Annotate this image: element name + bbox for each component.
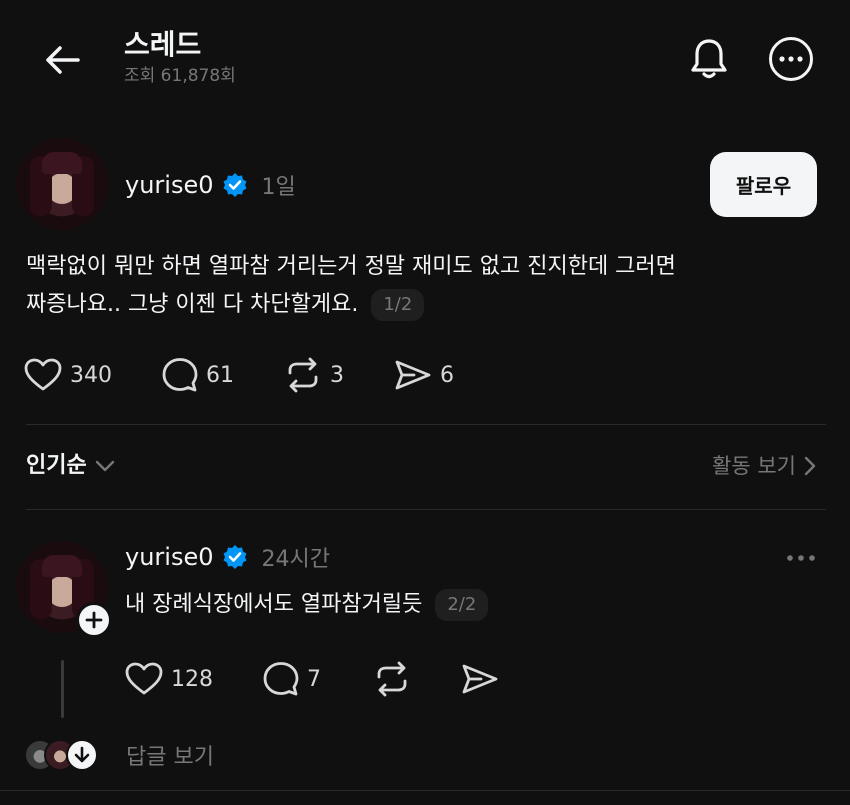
- post-actions: 340 61 3 6: [24, 357, 454, 393]
- sort-bar: 인기순 활동 보기: [26, 446, 816, 486]
- comment-count: 61: [206, 362, 234, 388]
- post-author-row: yurise0 1일: [125, 170, 296, 200]
- divider: [26, 509, 826, 510]
- share-count: 6: [440, 362, 454, 388]
- repost-icon: [288, 357, 318, 393]
- reply-author-row: yurise0 24시간: [125, 542, 330, 572]
- post-text-line-2: 짜증나요.. 그냥 이젠 다 차단할게요. 1/2: [26, 286, 816, 324]
- more-circle-icon: [769, 37, 813, 81]
- view-activity-link[interactable]: 활동 보기: [712, 446, 816, 486]
- follow-button[interactable]: 팔로우: [710, 152, 817, 217]
- post-time: 1일: [261, 175, 296, 200]
- bell-icon: [691, 39, 727, 79]
- chevron-down-icon: [95, 460, 114, 472]
- share-button[interactable]: 6: [394, 359, 454, 391]
- more-options-button[interactable]: [768, 36, 814, 82]
- reply-repost-button[interactable]: [373, 661, 411, 697]
- heart-icon: [125, 662, 163, 695]
- plus-icon: [85, 611, 103, 629]
- username[interactable]: yurise0: [125, 170, 214, 200]
- comment-icon: [263, 662, 299, 696]
- view-replies-link[interactable]: 답글 보기: [24, 735, 214, 775]
- activity-label: 활동 보기: [712, 454, 796, 478]
- sort-dropdown[interactable]: 인기순: [26, 446, 115, 486]
- repost-count: 3: [330, 362, 344, 388]
- chevron-right-icon: [804, 456, 816, 476]
- page-indicator: 1/2: [371, 289, 425, 321]
- top-bar: 스레드 조회 61,878회: [0, 0, 850, 110]
- reply-comment-button[interactable]: 7: [263, 661, 321, 697]
- heart-icon: [24, 358, 62, 391]
- header-title-block: 스레드 조회 61,878회: [124, 28, 236, 88]
- reply-text: 내 장례식장에서도 열파참거릴듯: [125, 592, 423, 617]
- reply-username[interactable]: yurise0: [125, 542, 214, 572]
- comment-icon: [162, 358, 198, 392]
- reply-like-button[interactable]: 128: [125, 662, 213, 696]
- repost-button[interactable]: 3: [284, 357, 344, 393]
- notification-button[interactable]: [686, 36, 732, 82]
- page-indicator: 2/2: [435, 589, 489, 621]
- view-count: 조회 61,878회: [124, 66, 236, 86]
- post-text-line: 짜증나요.. 그냥 이젠 다 차단할게요.: [26, 292, 359, 317]
- back-button[interactable]: [40, 38, 84, 82]
- more-horizontal-icon: [787, 555, 815, 561]
- like-button[interactable]: 340: [24, 358, 112, 392]
- reply-time: 24시간: [261, 547, 330, 572]
- repost-icon: [377, 661, 407, 697]
- reply-like-count: 128: [171, 666, 213, 692]
- reply-actions: 128 7: [125, 661, 499, 697]
- avatar[interactable]: [16, 138, 108, 230]
- divider: [26, 424, 826, 425]
- verified-badge-icon: [222, 172, 248, 198]
- send-icon: [462, 664, 498, 694]
- post-body: 맥락없이 뭐만 하면 열파참 거리는거 정말 재미도 없고 진지한데 그러면 짜…: [26, 248, 816, 324]
- comment-button[interactable]: 61: [162, 357, 234, 393]
- reply-body: 내 장례식장에서도 열파참거릴듯 2/2: [125, 586, 489, 624]
- divider: [0, 790, 850, 791]
- reply-comment-count: 7: [307, 666, 321, 692]
- send-icon: [395, 360, 431, 390]
- view-replies-label: 답글 보기: [126, 745, 214, 770]
- sort-label: 인기순: [26, 453, 87, 478]
- mini-avatar-expand: [66, 739, 98, 771]
- replier-avatars: [24, 737, 104, 773]
- arrow-left-icon: [46, 46, 80, 74]
- reply-share-button[interactable]: [461, 663, 499, 695]
- like-count: 340: [70, 362, 112, 388]
- page-title: 스레드: [124, 28, 202, 61]
- follow-plus-button[interactable]: [76, 602, 112, 638]
- thread-line: [61, 660, 64, 718]
- arrow-down-icon: [74, 746, 90, 763]
- post-text-line: 맥락없이 뭐만 하면 열파참 거리는거 정말 재미도 없고 진지한데 그러면: [26, 254, 676, 279]
- reply-more-button[interactable]: [784, 546, 818, 570]
- verified-badge-icon: [222, 544, 248, 570]
